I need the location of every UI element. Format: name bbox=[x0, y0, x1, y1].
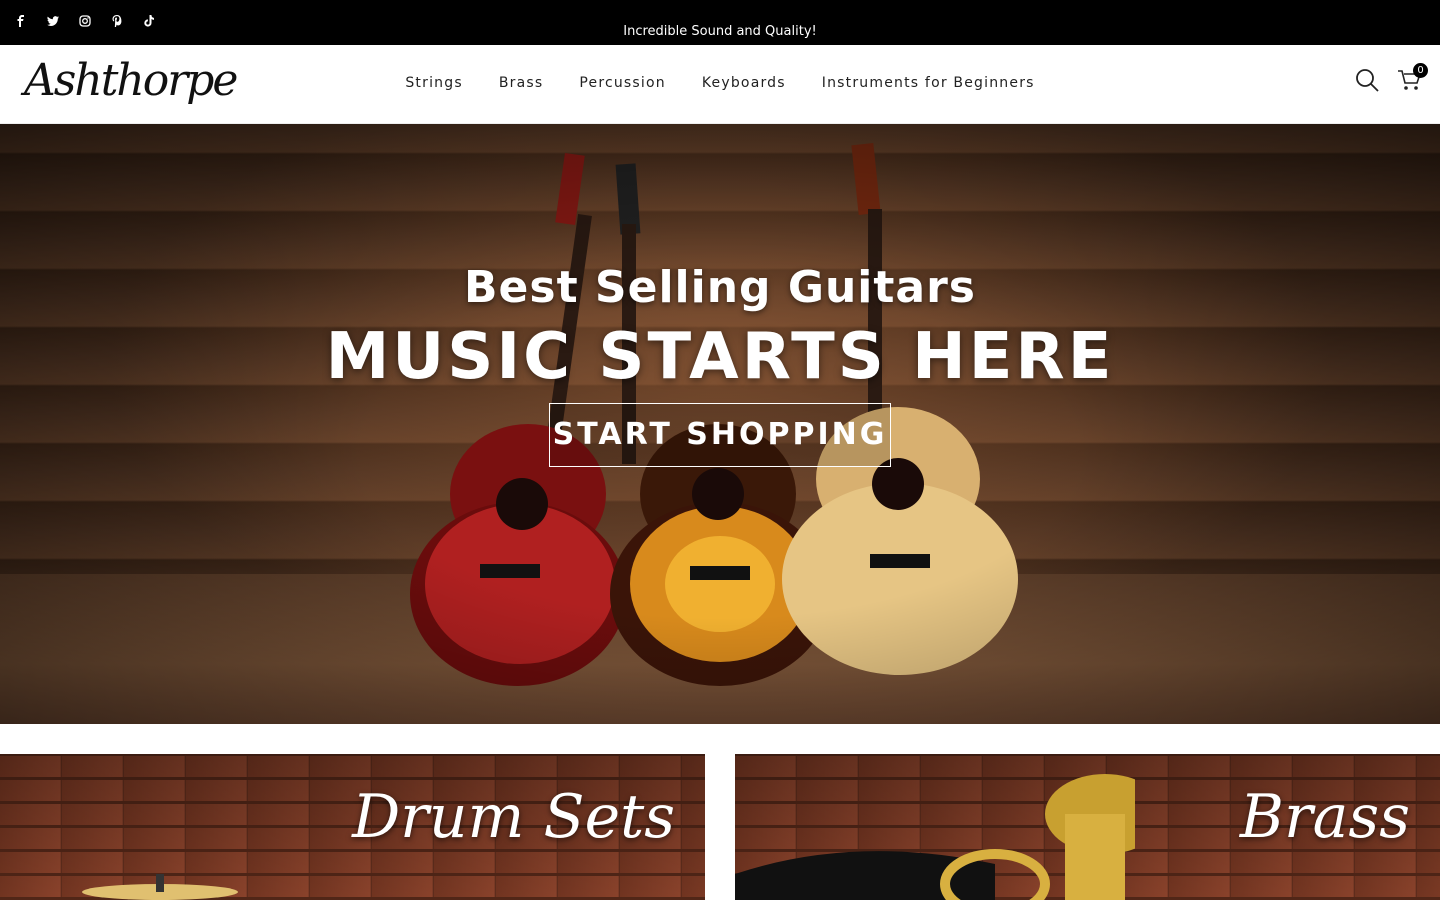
announcement-text: Incredible Sound and Quality! bbox=[623, 24, 817, 39]
collection-label: Brass bbox=[1239, 782, 1410, 852]
hero-banner: Best Selling Guitars MUSIC STARTS HERE S… bbox=[0, 124, 1440, 724]
cart-count-badge: 0 bbox=[1413, 63, 1428, 78]
tuba-image bbox=[735, 774, 1135, 900]
announcement-bar: Incredible Sound and Quality! bbox=[0, 0, 1440, 45]
start-shopping-button[interactable]: START SHOPPING bbox=[549, 403, 891, 467]
nav-item-beginners[interactable]: Instruments for Beginners bbox=[822, 75, 1035, 91]
nav-item-brass[interactable]: Brass bbox=[499, 75, 544, 91]
nav-item-strings[interactable]: Strings bbox=[405, 75, 462, 91]
site-header: Ashthorpe Strings Brass Percussion Keybo… bbox=[0, 45, 1440, 124]
cymbal-image bbox=[82, 874, 238, 900]
cart-icon[interactable]: 0 bbox=[1396, 63, 1428, 93]
main-nav: Strings Brass Percussion Keyboards Instr… bbox=[0, 75, 1440, 91]
header-actions: 0 bbox=[1354, 63, 1428, 93]
search-icon[interactable] bbox=[1354, 67, 1380, 93]
hero-title: MUSIC STARTS HERE bbox=[325, 320, 1115, 394]
collection-tile-drum-sets[interactable]: Drum Sets bbox=[0, 754, 705, 900]
hero-subtitle: Best Selling Guitars bbox=[464, 262, 976, 313]
nav-item-keyboards[interactable]: Keyboards bbox=[702, 75, 786, 91]
collection-label: Drum Sets bbox=[352, 782, 675, 852]
collection-tile-brass[interactable]: Brass bbox=[735, 754, 1440, 900]
nav-item-percussion[interactable]: Percussion bbox=[579, 75, 666, 91]
